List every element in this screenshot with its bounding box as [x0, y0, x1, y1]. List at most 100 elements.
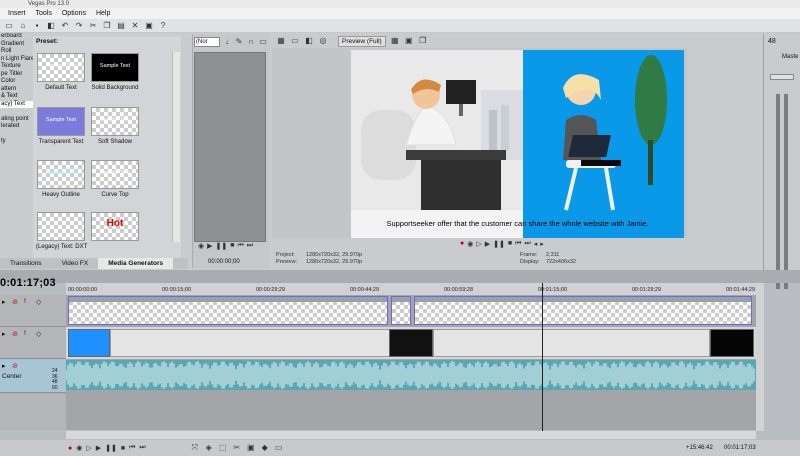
- lock-icon[interactable]: ▣: [246, 443, 256, 453]
- video-clip-scene[interactable]: [110, 329, 390, 357]
- trimmer-view[interactable]: [194, 52, 266, 242]
- media-generator-item[interactable]: acy) Text: [0, 100, 33, 108]
- media-generator-item[interactable]: Texture: [0, 63, 33, 71]
- media-generator-item[interactable]: attern: [0, 86, 33, 94]
- media-generator-item[interactable]: & Text: [0, 93, 33, 101]
- audio-track-header[interactable]: ▸ ⊘ Center 24 36 48 60: [0, 359, 66, 393]
- media-generator-item[interactable]: Gradient: [0, 41, 33, 49]
- media-generator-item[interactable]: pe Titler: [0, 71, 33, 79]
- cut-icon[interactable]: ✂: [88, 21, 98, 31]
- media-generator-item[interactable]: ty: [0, 138, 33, 146]
- tab-media-generators[interactable]: Media Generators: [98, 258, 174, 269]
- open-icon[interactable]: ⌂: [18, 21, 28, 31]
- pause-icon[interactable]: ❚❚: [216, 242, 228, 250]
- preset-thumbnail[interactable]: Sample Text: [37, 107, 85, 136]
- save-icon[interactable]: ▪: [32, 21, 42, 31]
- media-generator-item[interactable]: Color: [0, 78, 33, 86]
- overlay-icon[interactable]: ▦: [390, 36, 400, 46]
- paste-icon[interactable]: ▤: [116, 21, 126, 31]
- tab-video-fx[interactable]: Video FX: [52, 258, 99, 269]
- record-icon[interactable]: ●: [68, 445, 72, 452]
- play-from-start-icon[interactable]: ▷: [86, 444, 91, 452]
- audio-waveform-clip[interactable]: [65, 360, 756, 390]
- preset-thumbnail[interactable]: [37, 212, 85, 241]
- media-generator-item[interactable]: lerated: [0, 123, 33, 131]
- region-icon[interactable]: ▭: [274, 443, 284, 453]
- snapshot-icon[interactable]: ▣: [404, 36, 414, 46]
- play-icon[interactable]: ▶: [207, 242, 212, 250]
- menu-tools[interactable]: Tools: [36, 10, 52, 17]
- mute-icon[interactable]: ⊘: [12, 362, 18, 370]
- media-generator-item[interactable]: erboard: [0, 33, 33, 41]
- redo-icon[interactable]: ↷: [74, 21, 84, 31]
- media-generator-item[interactable]: ating point: [0, 116, 33, 124]
- video-clip-dark[interactable]: [389, 329, 433, 357]
- pencil-icon[interactable]: ✎: [234, 37, 244, 47]
- go-to-end-icon[interactable]: ⏭: [524, 240, 530, 250]
- copy-snapshot-icon[interactable]: ❐: [418, 36, 428, 46]
- sort-icon[interactable]: ↓: [222, 37, 232, 47]
- edit-tool-icon[interactable]: ⤧: [190, 443, 200, 453]
- preset-thumbnail[interactable]: Sample Text: [37, 160, 85, 189]
- video-track-header-2[interactable]: ▸ ⊘ ! ◇: [0, 327, 66, 359]
- video-frame[interactable]: [351, 50, 684, 238]
- solo-icon[interactable]: !: [24, 298, 26, 305]
- preset-thumbnail[interactable]: Hot: [91, 212, 139, 241]
- trimmer-dropdown[interactable]: (Nor: [194, 37, 220, 47]
- stop-icon[interactable]: ■: [508, 240, 512, 250]
- video-clip-end-card[interactable]: [710, 329, 754, 357]
- play-icon[interactable]: ▶: [485, 240, 490, 250]
- playhead-cursor[interactable]: [542, 283, 543, 431]
- pause-icon[interactable]: ❚❚: [493, 240, 505, 250]
- video-clip-scene[interactable]: [433, 329, 710, 357]
- go-to-start-icon[interactable]: ⏮: [129, 444, 135, 452]
- external-monitor-icon[interactable]: ▭: [290, 36, 300, 46]
- expand-icon[interactable]: ▸: [2, 330, 6, 338]
- automation-icon[interactable]: ◇: [36, 330, 41, 338]
- split-screen-icon[interactable]: ◧: [304, 36, 314, 46]
- copy-icon[interactable]: ❐: [102, 21, 112, 31]
- undo-icon[interactable]: ↶: [60, 21, 70, 31]
- text-clip[interactable]: [68, 296, 388, 325]
- stop-icon[interactable]: ■: [121, 445, 125, 452]
- media-generator-item[interactable]: Roll: [0, 48, 33, 56]
- monitor-icon[interactable]: ▭: [258, 37, 268, 47]
- loop-icon[interactable]: ◉: [76, 444, 82, 452]
- help-icon[interactable]: ?: [158, 21, 168, 31]
- prev-frame-icon[interactable]: ◂: [534, 240, 538, 250]
- stop-icon[interactable]: ■: [230, 242, 234, 250]
- go-to-end-icon[interactable]: ⏭: [139, 444, 145, 452]
- play-icon[interactable]: ▶: [96, 444, 101, 452]
- record-icon[interactable]: ●: [460, 240, 464, 250]
- preset-thumbnail[interactable]: Sample Text: [37, 53, 85, 82]
- pause-icon[interactable]: ❚❚: [105, 444, 117, 452]
- media-generator-item[interactable]: n Light Flare: [0, 56, 33, 64]
- video-clip-blue[interactable]: [68, 329, 110, 357]
- prev-icon[interactable]: ⏮: [237, 242, 243, 250]
- loop-icon[interactable]: ◉: [467, 240, 473, 250]
- text-clip[interactable]: [414, 296, 752, 325]
- next-icon[interactable]: ⏭: [247, 242, 253, 250]
- properties-icon[interactable]: ▣: [144, 21, 154, 31]
- properties-icon[interactable]: ▦: [276, 36, 286, 46]
- timeline-vertical-scrollbar[interactable]: [756, 283, 764, 431]
- split-icon[interactable]: ✂: [232, 443, 242, 453]
- envelope-tool-icon[interactable]: ◈: [204, 443, 214, 453]
- trash-icon[interactable]: ✕: [130, 21, 140, 31]
- new-project-icon[interactable]: ▭: [4, 21, 14, 31]
- menu-insert[interactable]: Insert: [8, 10, 26, 17]
- automation-icon[interactable]: ◇: [36, 298, 41, 306]
- render-icon[interactable]: ◧: [46, 21, 56, 31]
- overlays-icon[interactable]: ◎: [318, 36, 328, 46]
- magnet-icon[interactable]: ∩: [246, 37, 256, 47]
- expand-icon[interactable]: ▸: [2, 298, 6, 306]
- video-track-header-1[interactable]: ▸ ⊘ ! ◇: [0, 295, 66, 327]
- play-from-start-icon[interactable]: ▷: [476, 240, 481, 250]
- mute-icon[interactable]: ⊘: [12, 330, 18, 338]
- mute-icon[interactable]: ⊘: [12, 298, 18, 306]
- expand-icon[interactable]: ▸: [2, 362, 6, 370]
- master-fader[interactable]: [770, 74, 794, 80]
- timeline-horizontal-scrollbar[interactable]: [66, 431, 756, 439]
- marker-icon[interactable]: ◆: [260, 443, 270, 453]
- go-to-start-icon[interactable]: ⏮: [515, 240, 521, 250]
